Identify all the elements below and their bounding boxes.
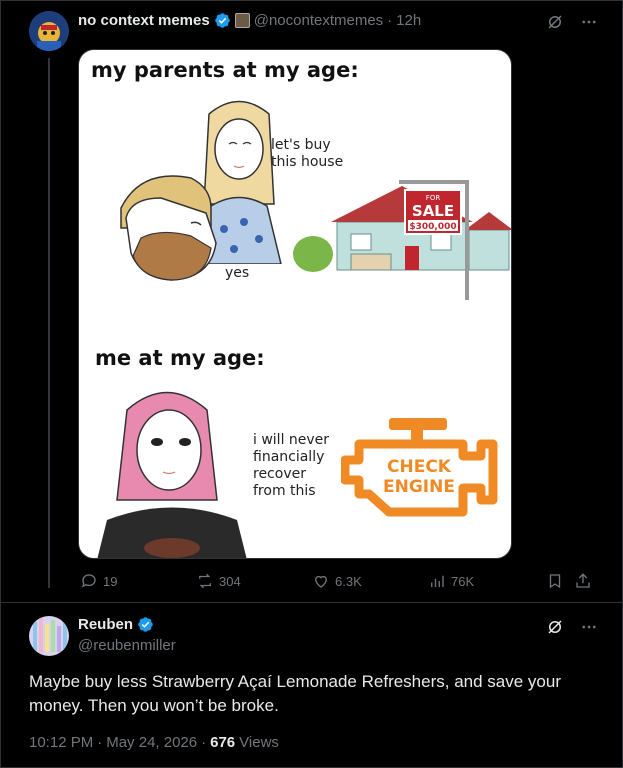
post-top-actions bbox=[545, 12, 599, 32]
thread-connector-line bbox=[48, 58, 50, 588]
views-count: 76K bbox=[451, 573, 475, 589]
reply-top-actions bbox=[545, 617, 599, 637]
post-action-bar: 19 304 6.3K 76K bbox=[78, 572, 598, 592]
share-button[interactable] bbox=[574, 572, 592, 590]
affiliate-badge-icon[interactable] bbox=[234, 13, 250, 28]
like-icon bbox=[315, 575, 327, 588]
post-media-image[interactable]: my parents at my age: let's buy this hou… bbox=[78, 49, 512, 559]
wojak-man-illustration bbox=[120, 175, 217, 281]
original-post[interactable]: no context memes @nocontextmemes · 12h m… bbox=[0, 0, 623, 602]
reply-views-label: Views bbox=[239, 734, 279, 751]
display-name[interactable]: no context memes bbox=[78, 12, 210, 29]
repost-button[interactable]: 304 bbox=[196, 572, 241, 590]
reply-icon bbox=[81, 574, 96, 588]
engine-check-text: CHECK bbox=[387, 457, 452, 477]
reply-name-row: Reuben bbox=[78, 616, 154, 633]
avatar-image bbox=[29, 11, 69, 51]
like-count: 6.3K bbox=[335, 573, 362, 589]
share-icon bbox=[576, 573, 590, 588]
engine-engine-text: ENGINE bbox=[383, 477, 455, 497]
grok-icon[interactable] bbox=[545, 617, 565, 637]
bookmark-button[interactable] bbox=[546, 572, 564, 590]
reply-text: Maybe buy less Strawberry Açaí Lemonade … bbox=[29, 672, 561, 715]
house-for-sale-illustration: FOR SALE $300,000 bbox=[293, 180, 511, 300]
reply-avatar[interactable] bbox=[29, 616, 69, 656]
views-icon bbox=[431, 575, 444, 587]
handle[interactable]: @nocontextmemes bbox=[254, 12, 383, 29]
meta-dot: · bbox=[97, 734, 103, 751]
reply-handle[interactable]: @reubenmiller bbox=[78, 637, 176, 654]
reply-button[interactable]: 19 bbox=[80, 572, 117, 590]
meta-dot: · bbox=[201, 734, 207, 751]
reply-display-name[interactable]: Reuben bbox=[78, 616, 133, 633]
wojak-girl-illustration bbox=[97, 391, 247, 558]
speech-girl: i will never financially recover from th… bbox=[253, 432, 330, 499]
check-engine-light-illustration: CHECK ENGINE bbox=[341, 418, 498, 517]
sign-price-text: $300,000 bbox=[409, 222, 456, 232]
like-button[interactable]: 6.3K bbox=[312, 572, 362, 590]
reply-metadata: 10:12 PM · May 24, 2026 · 676 Views bbox=[29, 734, 279, 751]
sign-for-text: FOR bbox=[426, 194, 441, 202]
speech-man: yes bbox=[225, 265, 250, 281]
meme-title-bottom: me at my age: bbox=[95, 346, 265, 370]
verified-badge-icon bbox=[138, 617, 153, 632]
sign-sale-text: SALE bbox=[412, 202, 454, 220]
views-button[interactable]: 76K bbox=[428, 572, 474, 590]
post-header: no context memes @nocontextmemes · 12h bbox=[78, 12, 421, 29]
reply-views-count: 676 bbox=[210, 734, 236, 751]
post-divider bbox=[0, 602, 623, 603]
more-icon[interactable] bbox=[579, 617, 599, 637]
reply-count: 19 bbox=[103, 573, 118, 589]
reply-time[interactable]: 10:12 PM bbox=[29, 734, 93, 751]
verified-badge-icon bbox=[214, 13, 230, 28]
separator-dot: · bbox=[387, 12, 393, 29]
more-icon[interactable] bbox=[579, 12, 599, 32]
repost-count: 304 bbox=[219, 573, 241, 589]
meme-title-top: my parents at my age: bbox=[91, 58, 359, 82]
bookmark-icon bbox=[549, 574, 561, 589]
reply-date[interactable]: May 24, 2026 bbox=[106, 734, 197, 751]
grok-icon[interactable] bbox=[545, 12, 565, 32]
repost-icon bbox=[199, 573, 211, 589]
avatar[interactable] bbox=[29, 11, 69, 51]
post-timestamp[interactable]: 12h bbox=[396, 12, 421, 29]
reply-avatar-image bbox=[29, 616, 69, 656]
speech-woman: let's buy this house bbox=[271, 137, 344, 170]
